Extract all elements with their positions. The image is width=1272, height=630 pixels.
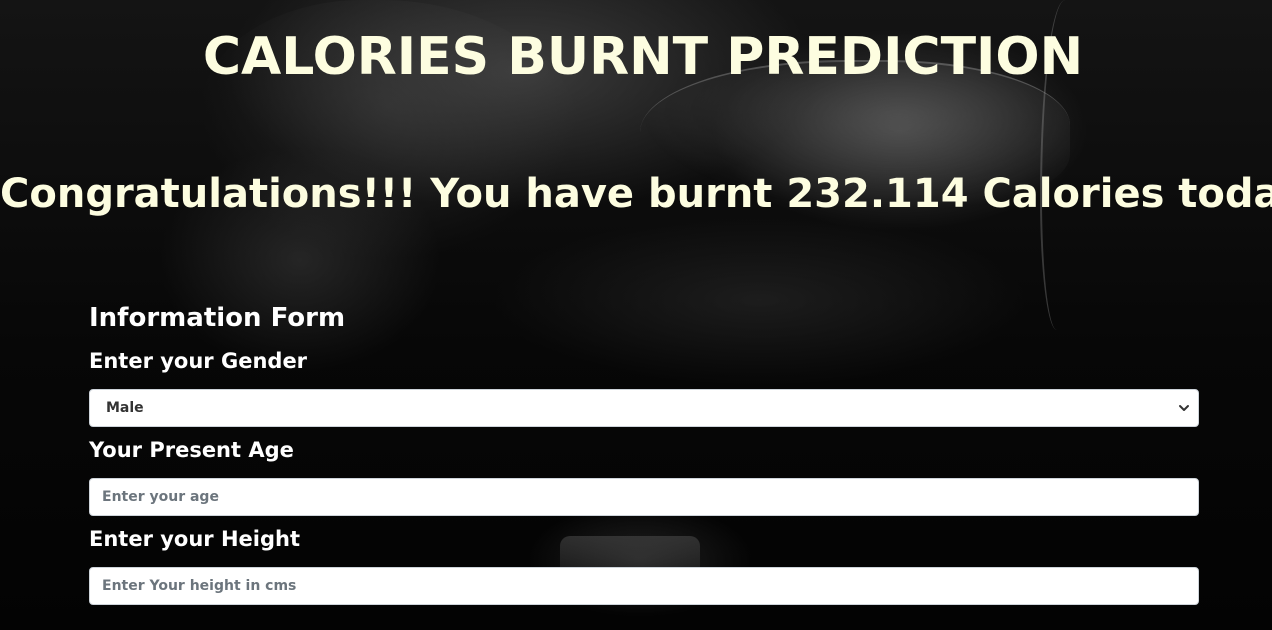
height-input-placeholder: Enter Your height in cms — [102, 578, 297, 594]
chevron-down-icon — [1178, 402, 1190, 414]
height-label: Enter your Height — [89, 527, 301, 551]
result-message: Congratulations!!! You have burnt 232.11… — [0, 171, 1272, 217]
gender-select-value: Male — [106, 400, 144, 416]
page: CALORIES BURNT PREDICTION Congratulation… — [0, 0, 1272, 630]
height-input[interactable]: Enter Your height in cms — [89, 567, 1199, 605]
age-input-placeholder: Enter your age — [102, 489, 219, 505]
gender-label: Enter your Gender — [89, 349, 308, 373]
age-input[interactable]: Enter your age — [89, 478, 1199, 516]
information-form: Information Form Enter your Gender Male … — [89, 300, 1199, 605]
age-label: Your Present Age — [89, 438, 294, 462]
form-heading: Information Form — [89, 303, 346, 333]
page-title: CALORIES BURNT PREDICTION — [202, 27, 1084, 87]
gender-select[interactable]: Male — [89, 389, 1199, 427]
